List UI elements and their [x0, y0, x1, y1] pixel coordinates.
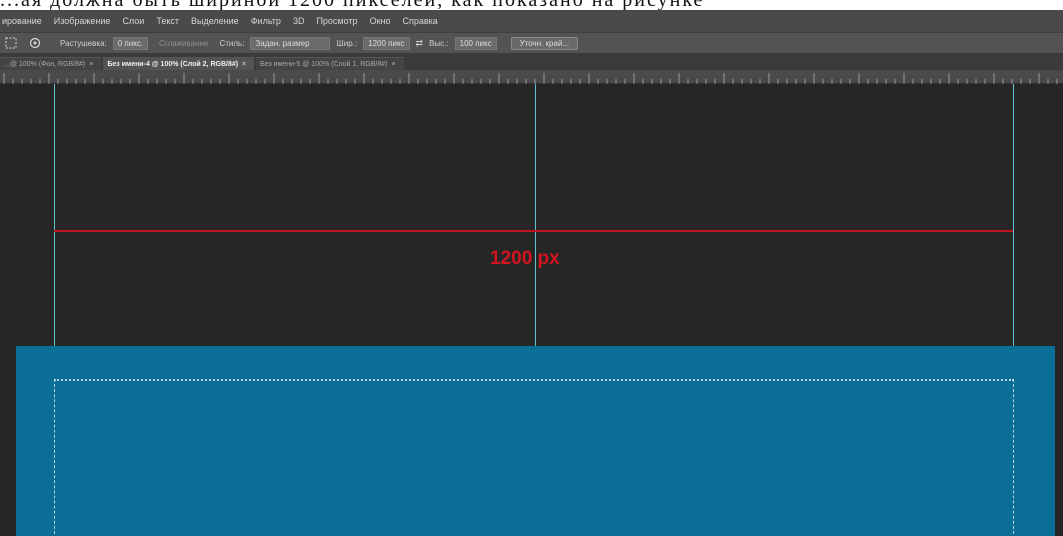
- menu-image[interactable]: Изображение: [48, 16, 117, 26]
- ruler-ticks: [3, 73, 1058, 84]
- document-canvas[interactable]: 1200 px: [0, 84, 1063, 536]
- width-input[interactable]: 1200 пикс: [363, 36, 410, 50]
- swap-arrows-icon[interactable]: ⇄: [416, 38, 424, 49]
- tab-label: Без имени-4 @ 100% (Слой 2, RGB/8#): [107, 61, 239, 68]
- close-icon[interactable]: ×: [89, 61, 93, 68]
- width-label: Шир.:: [336, 38, 358, 48]
- menu-window[interactable]: Окно: [364, 16, 397, 26]
- close-icon[interactable]: ×: [242, 61, 246, 68]
- antialias-checkbox[interactable]: Сглаживание: [154, 37, 213, 50]
- options-bar: Растушевка: 0 пикс. Сглаживание Стиль: З…: [0, 32, 1063, 54]
- style-label: Стиль:: [219, 38, 245, 48]
- selection-marquee[interactable]: [54, 379, 1014, 536]
- tab-label: ...@ 100% (Фон, RGB/8#): [4, 61, 86, 68]
- menu-3d[interactable]: 3D: [287, 16, 311, 26]
- marquee-tool-icon[interactable]: [4, 36, 18, 50]
- menu-view[interactable]: Просмотр: [310, 16, 363, 26]
- menu-help[interactable]: Справка: [396, 16, 443, 26]
- photoshop-window: ...ая должна быть шириной 1200 пикселей,…: [0, 0, 1063, 536]
- height-label: Выс.:: [429, 38, 449, 48]
- style-select[interactable]: Задан. размер: [250, 36, 331, 50]
- menu-edit[interactable]: ирование: [0, 16, 48, 26]
- menu-filter[interactable]: Фильтр: [245, 16, 287, 26]
- feather-input[interactable]: 0 пикс.: [112, 36, 149, 50]
- refine-edge-button[interactable]: Уточн. край...: [510, 36, 579, 50]
- tab-label: Без имени-5 @ 100% (Слой 1, RGB/8#): [260, 61, 388, 68]
- menu-select[interactable]: Выделение: [185, 16, 245, 26]
- document-text-strip: ...ая должна быть шириной 1200 пикселей,…: [0, 0, 1063, 10]
- horizontal-ruler[interactable]: [0, 70, 1063, 84]
- feather-label: Растушевка:: [60, 38, 107, 48]
- tab-document-1[interactable]: ...@ 100% (Фон, RGB/8#) ×: [0, 57, 102, 70]
- close-icon[interactable]: ×: [391, 61, 395, 68]
- width-measure-line: [54, 230, 1013, 232]
- document-text: ...ая должна быть шириной 1200 пикселей,…: [0, 0, 1063, 10]
- menu-layers[interactable]: Слои: [116, 16, 150, 26]
- document-tabs: ...@ 100% (Фон, RGB/8#) × Без имени-4 @ 1…: [0, 54, 1063, 70]
- height-input[interactable]: 100 пикс: [454, 36, 497, 50]
- tab-document-3[interactable]: Без имени-5 @ 100% (Слой 1, RGB/8#) ×: [256, 57, 404, 70]
- tab-document-2[interactable]: Без имени-4 @ 100% (Слой 2, RGB/8#) ×: [103, 57, 255, 70]
- menu-bar: ирование Изображение Слои Текст Выделени…: [0, 10, 1063, 32]
- width-measure-label: 1200 px: [490, 248, 560, 269]
- menu-text[interactable]: Текст: [150, 16, 185, 26]
- selection-mode-icon[interactable]: [28, 36, 42, 50]
